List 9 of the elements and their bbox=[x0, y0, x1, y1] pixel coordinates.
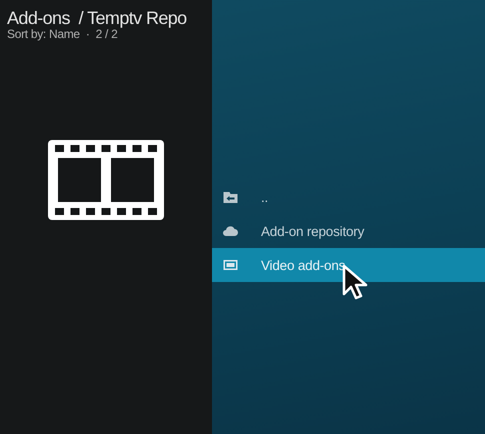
folder-back-icon bbox=[223, 192, 238, 202]
list-item[interactable]: Add-on repository bbox=[212, 214, 485, 248]
sort-info: Sort by: Name · 2 / 2 bbox=[7, 28, 118, 41]
cloud-icon bbox=[223, 226, 238, 236]
list-item[interactable]: .. bbox=[212, 180, 485, 214]
film-strip-icon bbox=[48, 140, 164, 220]
breadcrumb-title: Add-ons / Temptv Repo bbox=[7, 8, 188, 28]
video-icon bbox=[223, 260, 238, 270]
list-item[interactable]: Video add-ons bbox=[212, 248, 485, 282]
